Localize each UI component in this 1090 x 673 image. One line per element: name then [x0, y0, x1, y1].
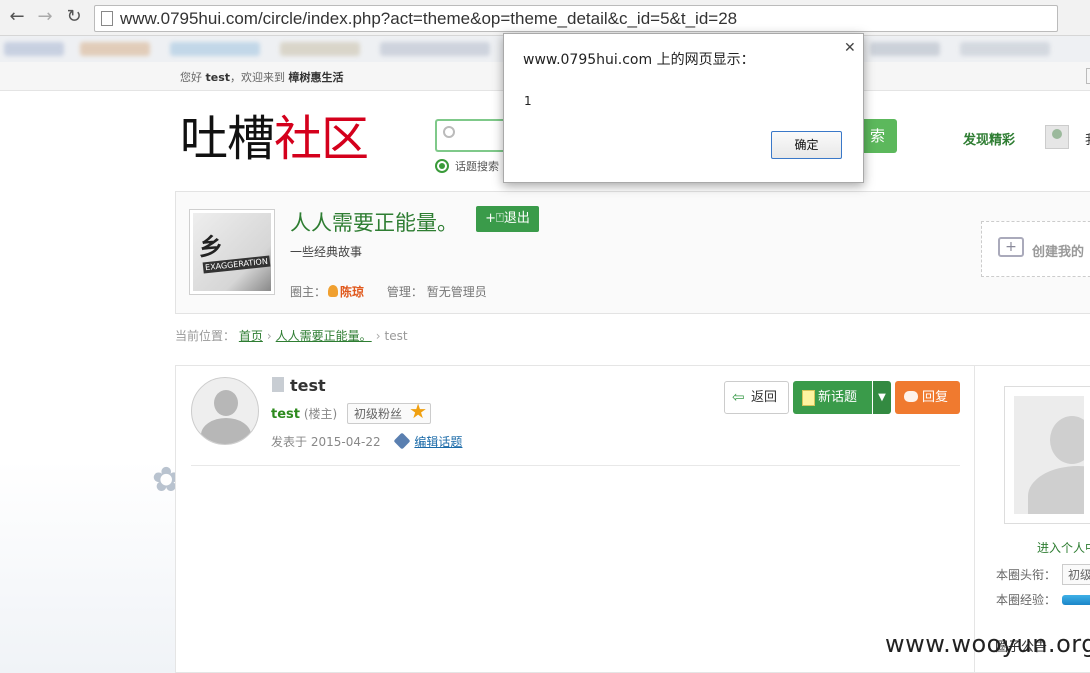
radio-selected-icon[interactable]	[435, 159, 449, 173]
bookmark-blurred[interactable]	[4, 42, 64, 56]
page-icon	[101, 11, 113, 26]
author-profile-panel: 进入个人中 本圈头衔：初级 本圈经验： 圈子公告	[975, 365, 1090, 673]
chevron-down-icon[interactable]: ▼	[873, 381, 891, 414]
bookmark-blurred[interactable]	[80, 42, 150, 56]
circle-image[interactable]: 乡 EXAGGERATION	[189, 209, 275, 295]
reply-button[interactable]: 回复	[895, 381, 960, 414]
circle-owner-row: 圈主： 陈琼 管理： 暂无管理员	[290, 285, 487, 299]
author-role: (楼主)	[303, 407, 338, 421]
dialog-message: 1	[524, 94, 532, 108]
back-button[interactable]: 返回	[724, 381, 789, 414]
bookmark-blurred[interactable]	[380, 42, 490, 56]
create-circle-button[interactable]: + 创建我的	[981, 221, 1090, 277]
header-user-link[interactable]: 我	[1085, 129, 1090, 148]
quit-circle-button[interactable]: +⍞退出	[476, 206, 539, 232]
scribble-icon: 乡	[199, 233, 223, 261]
post-panel: test test (楼主) 初级粉丝 ★ 发表于 2015-04-22 编辑话题…	[175, 365, 975, 673]
site-logo[interactable]: 吐槽社区	[180, 112, 369, 168]
user-icon	[328, 285, 339, 297]
browser-toolbar: ← → ↻ www.0795hui.com/circle/index.php?a…	[0, 0, 1090, 36]
breadcrumb-current: test	[384, 329, 408, 343]
star-icon: ★	[409, 399, 428, 423]
circle-info-panel: 乡 EXAGGERATION 人人需要正能量。 +⍞退出 一些经典故事 圈主：陈…	[175, 191, 1090, 314]
document-icon	[272, 377, 284, 392]
divider	[191, 465, 960, 466]
background-decoration	[0, 460, 176, 673]
circle-exp-row: 本圈经验：	[996, 591, 1090, 608]
exp-progress-bar	[1062, 595, 1090, 605]
breadcrumb-circle[interactable]: 人人需要正能量。	[276, 329, 372, 343]
post-meta: 发表于 2015-04-22 编辑话题	[271, 432, 462, 450]
search-icon	[443, 126, 455, 138]
avatar[interactable]	[1045, 125, 1069, 149]
post-title: test	[272, 376, 326, 395]
rank-badge: 初级	[1062, 564, 1090, 585]
post-author-row: test (楼主) 初级粉丝 ★	[271, 399, 432, 424]
author-name-link[interactable]: test	[271, 407, 300, 422]
top-right-edge	[1086, 68, 1090, 84]
site-name-link[interactable]: 樟树惠生活	[289, 71, 344, 84]
pencil-icon	[393, 432, 411, 450]
circle-rank-row: 本圈头衔： 初级	[996, 564, 1090, 585]
alert-dialog: www.0795hui.com 上的网页显示： ✕ 1 确定	[503, 33, 864, 183]
breadcrumb: 当前位置： 首页 › 人人需要正能量。 › test	[175, 329, 408, 343]
level-badge: 初级粉丝 ★	[347, 399, 432, 424]
dialog-title: www.0795hui.com 上的网页显示：	[523, 52, 755, 68]
bookmark-blurred[interactable]	[870, 42, 940, 56]
search-type-option[interactable]: 话题搜索	[435, 158, 499, 174]
manager-value: 暂无管理员	[426, 285, 487, 299]
breadcrumb-home[interactable]: 首页	[239, 329, 263, 343]
address-bar[interactable]: www.0795hui.com/circle/index.php?act=the…	[94, 5, 1058, 32]
personal-center-link[interactable]: 进入个人中	[1037, 539, 1090, 556]
arrow-left-icon[interactable]: ←	[7, 7, 27, 27]
create-plus-icon: +	[998, 237, 1024, 257]
reload-icon[interactable]: ↻	[64, 7, 84, 27]
search-input[interactable]	[435, 119, 507, 152]
bookmark-blurred[interactable]	[280, 42, 360, 56]
bookmark-blurred[interactable]	[960, 42, 1050, 56]
circle-description: 一些经典故事	[290, 245, 363, 259]
circle-name: 人人需要正能量。	[290, 211, 458, 235]
post-date: 2015-04-22	[310, 435, 381, 449]
ok-button[interactable]: 确定	[771, 131, 842, 159]
watermark: www.wooyun.org	[885, 630, 1090, 658]
edit-topic-link[interactable]: 编辑话题	[414, 435, 462, 449]
discover-link[interactable]: 发现精彩	[963, 129, 1015, 148]
bookmark-blurred[interactable]	[170, 42, 260, 56]
close-icon[interactable]: ✕	[844, 40, 856, 56]
new-topic-button[interactable]: 新话题	[793, 381, 872, 414]
arrow-right-icon[interactable]: →	[35, 7, 55, 27]
address-url: www.0795hui.com/circle/index.php?act=the…	[120, 9, 738, 28]
avatar[interactable]	[1004, 386, 1090, 524]
username[interactable]: test	[206, 71, 231, 84]
avatar[interactable]	[191, 377, 259, 445]
owner-name-link[interactable]: 陈琼	[340, 285, 364, 299]
welcome-text: 您好 test，欢迎来到 樟树惠生活	[180, 71, 344, 84]
